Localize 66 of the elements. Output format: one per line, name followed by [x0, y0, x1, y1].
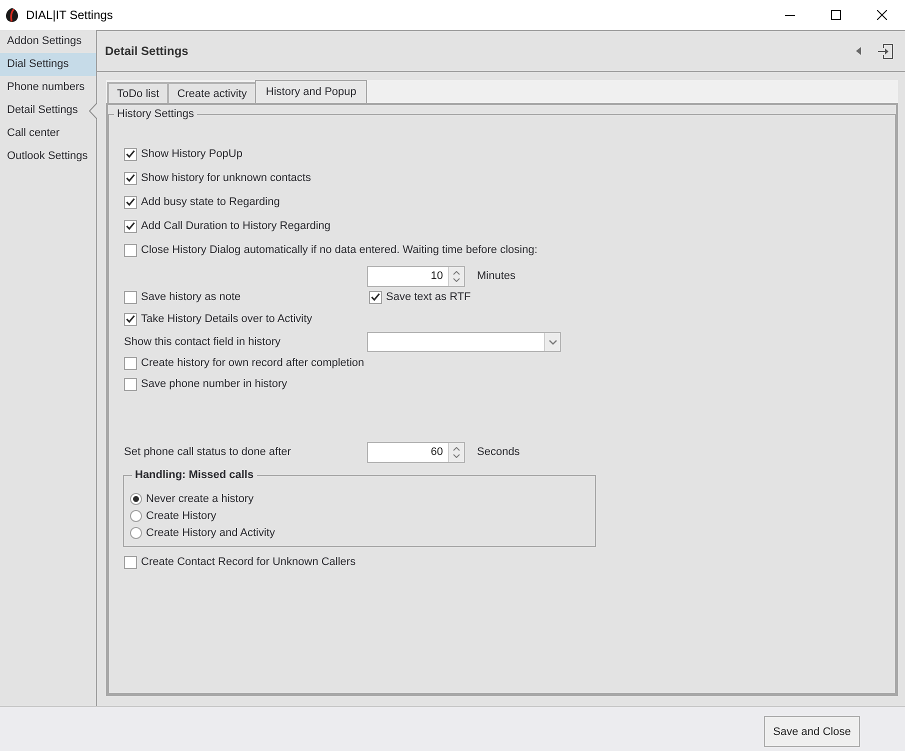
checkbox[interactable]	[124, 196, 137, 208]
maximize-icon	[831, 10, 841, 20]
checkbox[interactable]	[124, 244, 137, 256]
checkbox[interactable]	[124, 148, 137, 160]
checkbox[interactable]	[124, 172, 137, 184]
sidebar-item[interactable]: Call center	[0, 122, 96, 145]
logo-icon	[6, 8, 18, 22]
radio-label: Create History	[146, 510, 216, 522]
radio-label: Never create a history	[146, 492, 254, 504]
checkbox[interactable]	[124, 556, 137, 568]
dropdown[interactable]	[367, 332, 561, 352]
radio-label: Create History and Activity	[146, 526, 275, 538]
window-title: DIAL|IT Settings	[26, 8, 113, 22]
checkbox-label: Create history for own record after completion	[141, 357, 364, 370]
unit-label: Seconds	[477, 446, 520, 458]
checkbox[interactable]	[369, 290, 382, 304]
sidebar-item[interactable]: Addon Settings	[0, 30, 96, 53]
radio-button[interactable]	[130, 526, 142, 538]
number-spinner[interactable]: 60	[367, 442, 465, 462]
number-spinner[interactable]: 10	[367, 266, 465, 286]
sidebar-item[interactable]: Phone numbers	[0, 76, 96, 99]
checkbox-label: Close History Dialog automatically if no data entered. Waiting time before closing:	[141, 244, 538, 256]
tab[interactable]: History and Popup	[254, 80, 368, 103]
group-title: Handling: Missed calls	[134, 469, 255, 482]
chevron-down-icon[interactable]	[453, 454, 460, 458]
checkbox-label: Show history for unknown contacts	[141, 172, 311, 184]
radio-dot-icon	[133, 496, 139, 502]
chevron-up-icon[interactable]	[453, 446, 460, 450]
checkbox-label: Save text as RTF	[386, 290, 471, 304]
checkmark-icon	[371, 293, 380, 301]
checkbox-label: Take History Details over to Activity	[141, 312, 312, 326]
checkmark-icon	[126, 315, 135, 323]
tab[interactable]: ToDo list	[107, 82, 170, 103]
checkbox[interactable]	[124, 378, 137, 391]
checkbox-label: Add Call Duration to History Regarding	[141, 220, 331, 232]
checkmark-icon	[126, 198, 135, 206]
checkbox[interactable]	[124, 357, 137, 370]
chevron-down-icon[interactable]	[453, 278, 460, 282]
checkbox-label: Save history as note	[141, 290, 241, 304]
field-label: Set phone call status to done after	[124, 446, 292, 458]
checkbox-label: Save phone number in history	[141, 378, 288, 391]
checkbox-label: Add busy state to Regarding	[141, 196, 280, 208]
field-label: Show this contact field in history	[124, 336, 282, 348]
sidebar-item[interactable]: Dial Settings	[0, 53, 96, 76]
page-title: Detail Settings	[105, 44, 188, 58]
checkbox-label: Show History PopUp	[141, 148, 242, 160]
checkmark-icon	[126, 174, 135, 182]
minimize-icon	[785, 14, 795, 16]
group-title: History Settings	[116, 108, 196, 121]
close-icon	[877, 10, 887, 20]
checkbox[interactable]	[124, 290, 137, 304]
checkbox[interactable]	[124, 312, 137, 326]
tab[interactable]: Create activity	[167, 82, 257, 103]
unit-label: Minutes	[477, 270, 516, 282]
arrow-into-box-icon[interactable]	[878, 44, 893, 58]
checkmark-icon	[126, 222, 135, 230]
radio-button[interactable]	[130, 492, 142, 504]
dialog-button[interactable]: Save and Close	[764, 716, 860, 747]
radio-button[interactable]	[130, 510, 142, 522]
chevron-up-icon[interactable]	[453, 270, 460, 274]
chevron-down-icon[interactable]	[548, 340, 556, 344]
caret-left-icon[interactable]	[856, 47, 861, 55]
checkbox[interactable]	[124, 220, 137, 232]
checkbox-label: Create Contact Record for Unknown Callers	[141, 556, 356, 568]
checkmark-icon	[126, 150, 135, 158]
sidebar-item[interactable]: Outlook Settings	[0, 145, 96, 168]
